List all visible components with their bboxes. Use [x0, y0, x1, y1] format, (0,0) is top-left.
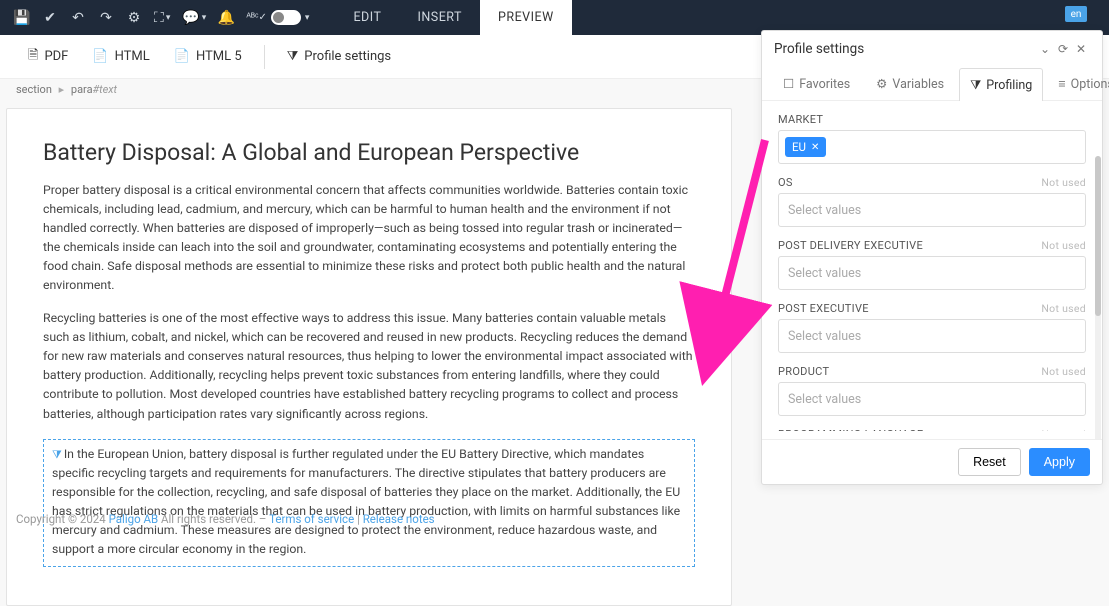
profile-settings-label: Profile settings [304, 49, 391, 64]
export-html-button[interactable]: 📄 HTML [80, 49, 161, 64]
export-html5-label: HTML 5 [196, 49, 242, 64]
tab-preview[interactable]: PREVIEW [480, 0, 572, 35]
footer: Copyright © 2024 Paligo AB All rights re… [0, 506, 1109, 532]
select-placeholder: Select values [785, 329, 861, 344]
footer-release-link[interactable]: Release notes [363, 512, 435, 526]
bell-icon[interactable]: 🔔 [212, 2, 240, 34]
market-select[interactable]: EU✕ [778, 130, 1086, 164]
collapse-icon[interactable]: ⌄ [1036, 42, 1054, 56]
file-solid-icon: 📄 [174, 49, 190, 64]
os-select[interactable]: Select values [778, 193, 1086, 227]
sliders-icon: ⚙ [876, 76, 887, 92]
filtered-paragraph: ⧩In the European Union, battery disposal… [43, 439, 695, 567]
panel-body: MARKET EU✕ OS Not used Select values POST… [762, 101, 1102, 439]
page-title: Battery Disposal: A Global and European … [43, 139, 695, 166]
select-placeholder: Select values [785, 203, 861, 218]
comment-dropdown[interactable]: 💬 [176, 2, 212, 34]
redo-icon[interactable]: ↷ [92, 2, 120, 34]
language-badge[interactable]: en [1065, 6, 1087, 22]
panel-footer: Reset Apply [762, 439, 1102, 484]
profile-settings-panel: Profile settings ⌄ ⟳ ✕ ☐Favorites ⚙Varia… [761, 30, 1103, 485]
filtered-paragraph-text: In the European Union, battery disposal … [52, 448, 680, 557]
doc-paragraph: Proper battery disposal is a critical en… [43, 182, 695, 296]
apply-button[interactable]: Apply [1029, 448, 1090, 476]
save-icon[interactable]: 💾 [8, 2, 36, 34]
field-post-executive: POST EXECUTIVE Not used Select values [778, 302, 1086, 353]
chip-eu[interactable]: EU✕ [785, 137, 826, 157]
not-used-label: Not used [1041, 239, 1086, 252]
breadcrumb-para[interactable]: para [71, 83, 93, 96]
filter-icon: ⧩ [52, 448, 62, 461]
refresh-icon[interactable]: ⟳ [1054, 42, 1072, 56]
filter-icon: ⧩ [287, 49, 299, 64]
file-icon: 🗎 [28, 46, 38, 68]
check-icon[interactable]: ✔ [36, 2, 64, 34]
pe-select[interactable]: Select values [778, 319, 1086, 353]
structure-dropdown[interactable]: ⛶ [148, 2, 176, 34]
doc-paragraph: Recycling batteries is one of the most e… [43, 310, 695, 424]
divider [264, 45, 265, 69]
field-label: POST DELIVERY EXECUTIVE [778, 239, 923, 252]
tab-options[interactable]: ≡Options [1047, 67, 1109, 100]
bookmark-icon: ☐ [783, 76, 794, 92]
panel-title: Profile settings [774, 41, 864, 57]
not-used-label: Not used [1041, 302, 1086, 315]
field-programming-language: PROGRAMMING LANGUAGE Not used [778, 428, 1086, 431]
product-select[interactable]: Select values [778, 382, 1086, 416]
spellcheck-toggle[interactable]: ᴬᴮᶜ✓ ▾ [240, 2, 315, 34]
options-icon: ≡ [1058, 77, 1065, 92]
reset-button[interactable]: Reset [958, 448, 1021, 476]
pde-select[interactable]: Select values [778, 256, 1086, 290]
field-post-delivery-executive: POST DELIVERY EXECUTIVE Not used Select v… [778, 239, 1086, 290]
field-product: PRODUCT Not used Select values [778, 365, 1086, 416]
chip-remove-icon[interactable]: ✕ [811, 142, 819, 153]
breadcrumb-sep: ▸ [59, 83, 65, 96]
footer-rights: All rights reserved. – [158, 512, 269, 526]
select-placeholder: Select values [785, 392, 861, 407]
tab-edit[interactable]: EDIT [335, 0, 399, 35]
tab-favorites[interactable]: ☐Favorites [772, 67, 861, 100]
scrollbar[interactable] [1095, 156, 1101, 439]
export-html5-button[interactable]: 📄 HTML 5 [162, 49, 254, 64]
filter-icon: ⧩ [970, 78, 981, 93]
field-os: OS Not used Select values [778, 176, 1086, 227]
close-icon[interactable]: ✕ [1072, 42, 1090, 56]
file-solid-icon: 📄 [92, 49, 108, 64]
export-pdf-button[interactable]: 🗎 PDF [16, 46, 80, 68]
not-used-label: Not used [1041, 428, 1086, 431]
breadcrumb-text: #text [93, 83, 118, 96]
panel-tabs: ☐Favorites ⚙Variables ⧩Profiling ≡Option… [762, 67, 1102, 101]
field-label: OS [778, 176, 793, 189]
footer-sep: | [354, 512, 363, 526]
field-label: PRODUCT [778, 365, 829, 378]
field-label: POST EXECUTIVE [778, 302, 869, 315]
panel-header: Profile settings ⌄ ⟳ ✕ [762, 31, 1102, 67]
scrollbar-thumb[interactable] [1095, 156, 1101, 316]
tab-insert[interactable]: INSERT [399, 0, 480, 35]
field-label: PROGRAMMING LANGUAGE [778, 428, 923, 431]
breadcrumb-section[interactable]: section [16, 83, 52, 96]
not-used-label: Not used [1041, 176, 1086, 189]
undo-icon[interactable]: ↶ [64, 2, 92, 34]
footer-terms-link[interactable]: Terms of service [269, 512, 354, 526]
field-market: MARKET EU✕ [778, 113, 1086, 164]
tab-profiling[interactable]: ⧩Profiling [959, 68, 1043, 101]
footer-company-link[interactable]: Paligo AB [109, 512, 159, 526]
field-label: MARKET [778, 113, 823, 126]
gear-icon[interactable]: ⚙ [120, 2, 148, 34]
export-html-label: HTML [115, 49, 150, 64]
profile-settings-button[interactable]: ⧩ Profile settings [275, 49, 403, 64]
not-used-label: Not used [1041, 365, 1086, 378]
tab-variables[interactable]: ⚙Variables [865, 67, 955, 100]
export-pdf-label: PDF [44, 49, 68, 64]
footer-copyright: Copyright © 2024 [16, 512, 109, 526]
select-placeholder: Select values [785, 266, 861, 281]
